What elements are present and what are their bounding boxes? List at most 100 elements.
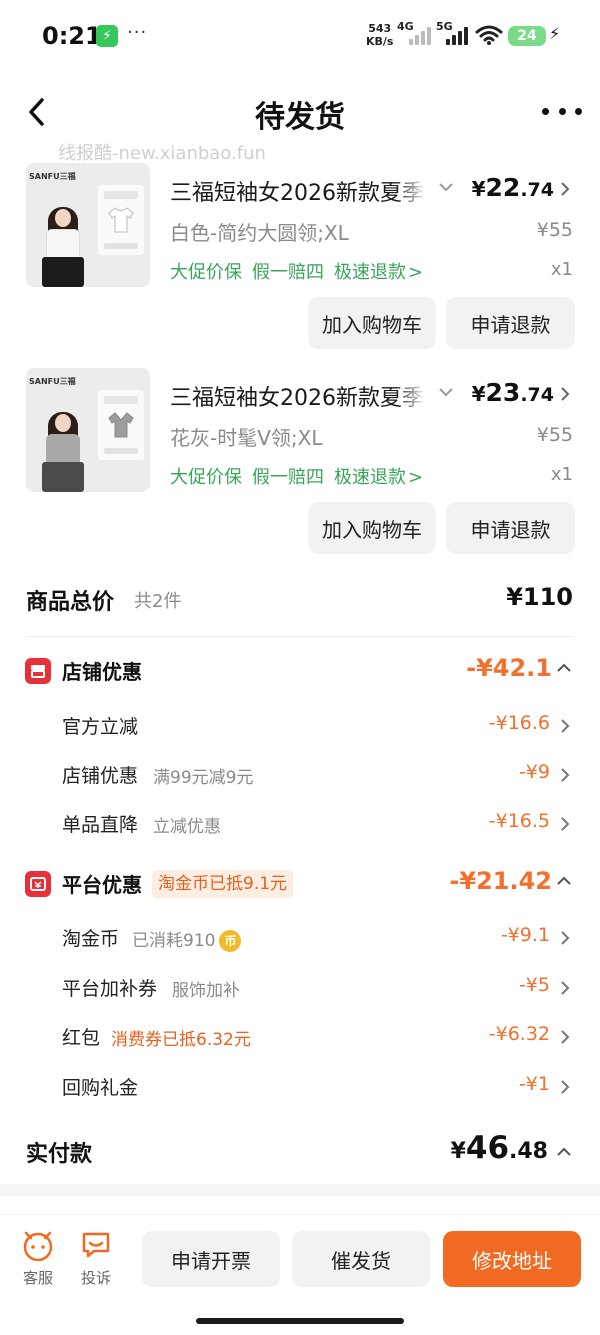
original-price: ¥55	[536, 424, 573, 446]
model-figure	[40, 408, 86, 492]
discount-item-value: -¥9	[518, 761, 550, 783]
discount-item-label: 平台加补券	[62, 978, 158, 1000]
discount-item-label: 红包	[62, 1027, 101, 1049]
platform-discount-label: 平台优惠	[62, 873, 142, 897]
status-time: 0:21	[42, 22, 102, 50]
model-figure	[40, 203, 86, 287]
customer-service-button[interactable]: 客服	[18, 1229, 58, 1288]
product-spec: 白色-简约大圆领;XL	[170, 221, 349, 245]
tag-fast-refund: 极速退款	[334, 467, 406, 488]
chevron-right-icon: >	[408, 467, 424, 488]
title-fade	[396, 173, 426, 203]
customer-service-icon	[23, 1231, 53, 1262]
discount-item-desc: 满99元减9元	[153, 768, 254, 788]
paid-amount-row[interactable]: 实付款 ¥46.48	[0, 1128, 600, 1178]
discount-item-direct[interactable]: 单品直降 立减优惠 -¥16.5	[0, 800, 600, 848]
paid-symbol: ¥	[450, 1139, 466, 1164]
chevron-right-icon	[561, 931, 570, 945]
network-speed-value: 543	[368, 22, 392, 35]
product-price: ¥22.74	[472, 173, 554, 202]
product-spec: 花灰-时髦V领;XL	[170, 426, 323, 450]
chevron-right-icon[interactable]	[560, 181, 570, 197]
urge-shipping-button[interactable]: 催发货	[292, 1231, 430, 1287]
title-fade	[396, 378, 426, 408]
home-indicator[interactable]	[196, 1318, 404, 1324]
wifi-icon	[475, 25, 503, 45]
service-tags[interactable]: 大促价保 假一赔四 极速退款 >	[170, 463, 433, 489]
chevron-up-icon[interactable]	[556, 1146, 572, 1158]
modify-address-button[interactable]: 修改地址	[443, 1231, 581, 1287]
chevron-right-icon	[561, 1080, 570, 1094]
complaint-button[interactable]: 投诉	[76, 1229, 116, 1288]
discount-item-desc: 服饰加补	[172, 981, 240, 1001]
refund-button[interactable]: 申请退款	[446, 502, 575, 554]
shirt-card	[98, 185, 144, 255]
add-to-cart-button[interactable]: 加入购物车	[308, 502, 436, 554]
tag-fast-refund: 极速退款	[334, 262, 406, 283]
request-invoice-button[interactable]: 申请开票	[142, 1231, 280, 1287]
chevron-right-icon	[561, 1030, 570, 1044]
chevron-up-icon[interactable]	[556, 662, 572, 674]
discount-item-platform-coupon[interactable]: 平台加补券 服饰加补 -¥5	[0, 964, 600, 1012]
chevron-right-icon	[561, 817, 570, 831]
price-decimal: .74	[520, 179, 554, 201]
product-title[interactable]: 三福短袖女2026新款夏季t恤	[170, 175, 426, 207]
store-discount-value: -¥42.1	[466, 654, 552, 682]
paid-value: ¥46.48	[451, 1130, 548, 1166]
tao-coin-badge: 淘金币已抵9.1元	[152, 870, 294, 898]
more-dot	[575, 107, 582, 115]
service-tags[interactable]: 大促价保 假一赔四 极速退款 >	[170, 258, 433, 284]
goods-total-row: 商品总价 共2件 ¥110	[0, 578, 600, 626]
price-integer: 22	[485, 173, 521, 202]
discount-item-value: -¥5	[518, 974, 550, 996]
store-discount-header[interactable]: 店铺优惠 -¥42.1	[0, 648, 600, 696]
store-discount-label: 店铺优惠	[62, 660, 142, 684]
discount-item-rebuy[interactable]: 回购礼金 -¥1	[0, 1063, 600, 1111]
chevron-up-icon[interactable]	[556, 875, 572, 887]
platform-discount-value: -¥21.42	[449, 867, 552, 895]
refund-button[interactable]: 申请退款	[446, 297, 575, 349]
product-title[interactable]: 三福短袖女2026新款夏季t恤	[170, 380, 426, 412]
shirt-card	[98, 390, 144, 460]
price-integer: 23	[485, 378, 521, 407]
customer-service-label: 客服	[22, 1269, 53, 1287]
more-dots-icon	[542, 107, 549, 115]
network-speed-unit: KB/s	[366, 35, 394, 48]
discount-item-label: 店铺优惠	[62, 765, 139, 787]
goods-total-label: 商品总价	[26, 590, 115, 615]
product-item[interactable]: SANFU三福 三福短袖女2026新款夏季t恤 ¥22.74 白色-简约大圆领;…	[0, 163, 600, 363]
discount-item-desc: 立减优惠	[153, 817, 221, 837]
product-price: ¥23.74	[472, 378, 554, 407]
discount-item-value: -¥9.1	[500, 924, 550, 946]
original-price: ¥55	[536, 219, 573, 241]
chevron-right-icon[interactable]	[560, 386, 570, 402]
add-to-cart-button[interactable]: 加入购物车	[308, 297, 436, 349]
discount-item-value: -¥16.5	[488, 810, 550, 832]
chevron-down-icon[interactable]	[438, 386, 454, 398]
chevron-down-icon[interactable]	[438, 181, 454, 193]
goods-total-value: ¥110	[506, 583, 573, 611]
product-quantity: x1	[550, 464, 573, 485]
discount-item-redpacket[interactable]: 红包 消费券已抵6.32元 -¥6.32	[0, 1013, 600, 1061]
paid-integer: 46	[465, 1130, 510, 1166]
product-image[interactable]: SANFU三福	[26, 368, 150, 492]
product-image[interactable]: SANFU三福	[26, 163, 150, 287]
discount-item-value: -¥1	[518, 1073, 550, 1095]
coin-icon: 币	[219, 930, 242, 952]
paid-label: 实付款	[26, 1142, 93, 1167]
discount-item-taocoin[interactable]: 淘金币 已消耗910 币 -¥9.1	[0, 914, 600, 962]
battery-level: 24	[508, 26, 546, 46]
more-dot	[558, 107, 566, 115]
product-item[interactable]: SANFU三福 三福短袖女2026新款夏季t恤 ¥23.74 花灰-时髦V领;X…	[0, 368, 600, 568]
tag-price-protect: 大促价保	[170, 262, 242, 283]
discount-item-store[interactable]: 店铺优惠 满99元减9元 -¥9	[0, 751, 600, 799]
watermark: 线报酷-new.xianbao.fun	[58, 143, 266, 164]
discount-item-desc: 已消耗910 币	[132, 926, 242, 952]
product-brand: SANFU三福	[29, 172, 76, 181]
product-quantity: x1	[550, 259, 573, 280]
more-button[interactable]	[542, 96, 582, 126]
discount-item-desc: 消费券已抵6.32元	[111, 1030, 251, 1050]
more-notifications-icon: ···	[127, 22, 148, 43]
platform-discount-header[interactable]: 平台优惠 淘金币已抵9.1元 -¥21.42	[0, 861, 600, 909]
discount-item-official[interactable]: 官方立减 -¥16.6	[0, 702, 600, 750]
